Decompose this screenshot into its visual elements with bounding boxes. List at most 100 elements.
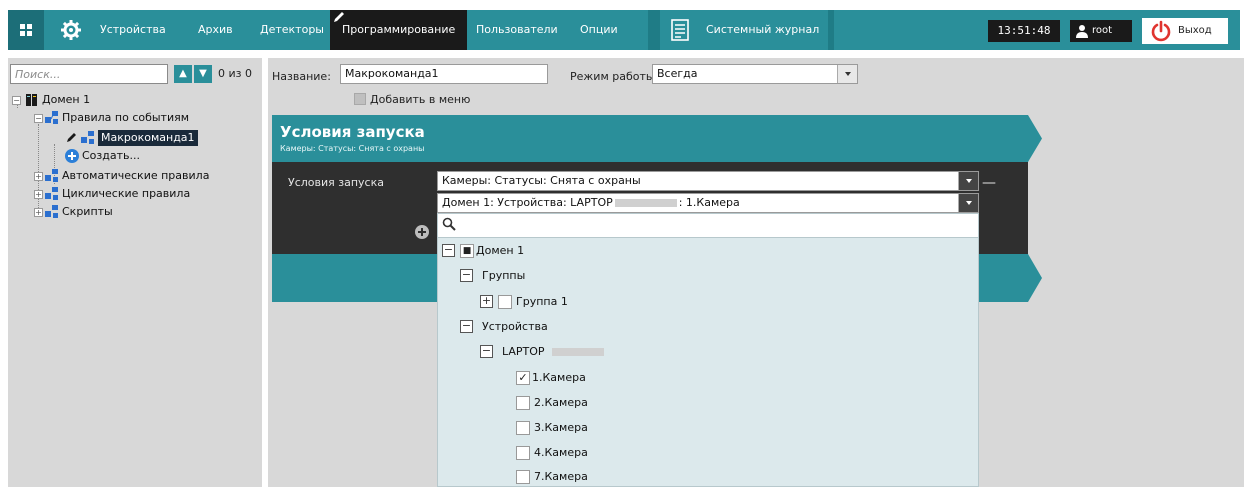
tab-programming[interactable]: Программирование [330,10,468,50]
section-subtitle: Камеры: Статусы: Снята с охраны [280,144,425,153]
tree-search-input[interactable] [10,64,168,84]
expand-icon[interactable]: + [480,295,493,308]
rules-icon [45,187,58,200]
dropdown-label: 4.Камера [534,446,588,459]
add-icon [65,149,79,163]
dropdown-item-camera[interactable]: ✓ 1.Камера [516,369,716,387]
collapse-icon[interactable]: − [34,114,43,123]
pencil-icon [334,12,344,22]
chevron-down-icon[interactable] [958,194,978,212]
tree-label: Циклические правила [62,187,191,200]
chevron-down-icon[interactable] [837,65,857,83]
dropdown-search-field[interactable] [438,214,978,238]
dropdown-item-domain[interactable]: − ■ Домен 1 [442,242,642,260]
dropdown-item-devices[interactable]: − Устройства [460,318,660,336]
chevron-down-icon[interactable] [958,172,978,190]
condition-select-value: Камеры: Статусы: Снята с охраны [442,174,641,187]
tree-label: Макрокоманда1 [98,130,198,146]
rules-icon [81,131,94,144]
search-next-button[interactable]: ▼ [194,65,212,83]
name-input[interactable]: Макрокоманда1 [340,64,548,84]
tree-label: Создать... [82,149,140,162]
tree-item-scripts[interactable]: + Скрипты [8,204,248,220]
add-condition-icon[interactable] [414,224,430,240]
tree-label: Скрипты [62,205,113,218]
search-prev-button[interactable]: ▲ [174,65,192,83]
tab-options[interactable]: Опции [570,10,628,50]
collapse-icon[interactable]: − [480,345,493,358]
checkbox-checked[interactable]: ✓ [516,371,530,385]
logout-label: Выход [1178,25,1212,36]
tree-item-auto-rules[interactable]: + Автоматические правила [8,168,248,184]
add-to-menu-label: Добавить в меню [370,93,471,106]
tree-label: Правила по событиям [62,111,190,124]
user-name: root [1092,25,1113,36]
remove-condition-button[interactable]: — [982,176,996,190]
condition-select[interactable]: Камеры: Статусы: Снята с охраны [437,171,979,191]
checkbox[interactable] [516,446,530,460]
tab-devices[interactable]: Устройства [90,10,176,50]
dropdown-label: LAPTOP [502,345,545,358]
mode-select-value: Всегда [657,67,698,80]
dropdown-label: 7.Камера [534,470,588,483]
dropdown-item-camera[interactable]: 4.Камера [516,444,716,462]
collapse-icon[interactable]: − [460,320,473,333]
dropdown-item-laptop[interactable]: − LAPTOP [480,343,680,361]
device-select-prefix: Домен 1: Устройства: LAPTOP [442,196,613,209]
expand-icon[interactable]: + [34,172,43,181]
name-label: Название: [272,70,331,83]
tab-system-journal[interactable]: Системный журнал [696,10,829,50]
pencil-icon [67,133,76,142]
expand-icon[interactable]: + [34,208,43,217]
collapse-icon[interactable]: − [12,96,21,105]
dropdown-item-camera[interactable]: 3.Камера [516,419,716,437]
dropdown-item-camera[interactable]: 7.Камера [516,468,716,486]
server-icon [26,94,37,106]
partial-checkbox[interactable]: ■ [460,244,474,258]
checkbox[interactable] [498,295,512,309]
tree-item-domain[interactable]: − Домен 1 [8,92,208,108]
apps-menu-button[interactable] [8,10,44,50]
dropdown-label: 1.Камера [532,371,586,384]
mode-label: Режим работы [570,70,655,83]
checkbox[interactable] [516,421,530,435]
tree-item-event-rules[interactable]: − Правила по событиям [8,110,228,126]
gear-icon[interactable] [60,19,82,41]
checkbox[interactable] [516,470,530,484]
tab-separator [648,10,660,50]
conditions-label: Условия запуска [288,176,384,189]
collapse-icon[interactable]: − [442,244,455,257]
dropdown-item-groups[interactable]: − Группы [460,267,660,285]
collapse-icon[interactable]: − [460,269,473,282]
clock-display: 13:51:48 [988,20,1060,42]
tab-detectors[interactable]: Детекторы [250,10,334,50]
device-tree-dropdown: − ■ Домен 1 − Группы + Группа 1 − Устрой… [437,213,979,487]
dropdown-item-camera[interactable]: 2.Камера [516,394,716,412]
tree-item-create[interactable]: Создать... [8,148,228,164]
tree-label: Домен 1 [42,93,91,106]
grid-icon [20,24,32,36]
dropdown-label: Группы [482,269,526,282]
tree-label: Автоматические правила [62,169,210,182]
tab-archive[interactable]: Архив [188,10,243,50]
search-counter: 0 из 0 [218,67,252,80]
device-select[interactable]: Домен 1: Устройства: LAPTOP: 1.Камера [437,193,979,213]
mode-select[interactable]: Всегда [652,64,858,84]
add-to-menu-checkbox[interactable] [354,93,366,105]
rules-icon [45,205,58,218]
tree-item-cyclic-rules[interactable]: + Циклические правила [8,186,248,202]
expand-icon[interactable]: + [34,190,43,199]
dropdown-item-group1[interactable]: + Группа 1 [480,293,680,311]
dropdown-label: Домен 1 [476,244,525,257]
dropdown-label: 3.Камера [534,421,588,434]
conditions-section-header[interactable]: Условия запуска Камеры: Статусы: Снята с… [272,115,1042,162]
tree-item-macro[interactable]: Макрокоманда1 [8,130,228,146]
checkbox[interactable] [516,396,530,410]
journal-icon[interactable] [670,19,690,41]
tab-users[interactable]: Пользователи [466,10,568,50]
user-badge[interactable]: root [1070,20,1132,42]
logout-button[interactable]: Выход [1142,18,1228,44]
dropdown-label: Группа 1 [516,295,568,308]
rules-icon [45,111,58,124]
dropdown-label: Устройства [482,320,548,333]
